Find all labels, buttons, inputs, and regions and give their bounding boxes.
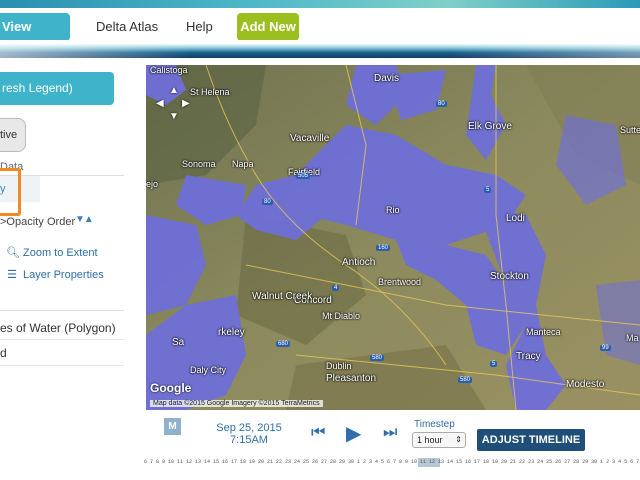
- map-view[interactable]: ▲ ◀ ▶ ▼ Calistoga St Helena Davis Elk Gr…: [146, 65, 640, 410]
- map-label-manteca: Manteca: [526, 327, 561, 337]
- map-label-brentwood: Brentwood: [378, 277, 422, 287]
- zoom-to-extent-label: Zoom to Extent: [23, 247, 98, 259]
- map-label-stockton: Stockton: [490, 271, 529, 282]
- opacity-label[interactable]: >Opacity: [0, 216, 44, 228]
- order-arrows-icon[interactable]: ▼▲: [75, 214, 94, 225]
- m-button[interactable]: M: [164, 418, 181, 435]
- select-caret-icon: ⇕: [455, 435, 462, 444]
- map-label-vacaville: Vacaville: [290, 133, 330, 144]
- timestep-label: Timestep: [414, 419, 455, 430]
- map-label-vallejo: ejo: [146, 179, 159, 189]
- sliders-icon: ☰: [7, 269, 17, 281]
- highway-shield-160: 160: [376, 245, 391, 251]
- highway-shield-80b: 80: [436, 101, 447, 107]
- app-root: View Layers Delta Atlas Help Add New res…: [0, 0, 640, 480]
- google-logo: Google: [150, 381, 192, 395]
- map-label-berkeley: rkeley: [218, 327, 245, 338]
- layer-list-item-d[interactable]: d: [0, 344, 124, 366]
- selection-highlight-box: [0, 168, 21, 216]
- map-label-dublin: Dublin: [326, 361, 352, 371]
- highway-shield-5b: 5: [490, 361, 498, 367]
- map-pan-control[interactable]: ▲ ◀ ▶ ▼: [156, 85, 192, 122]
- delta-atlas-link[interactable]: Delta Atlas: [96, 13, 158, 41]
- highway-shield-4: 4: [332, 285, 340, 291]
- header-wave-fade: [0, 40, 640, 58]
- map-label-st-helena: St Helena: [190, 87, 230, 97]
- map-label-lodi: Lodi: [506, 213, 525, 224]
- map-canvas: [146, 65, 640, 410]
- help-link[interactable]: Help: [186, 13, 213, 41]
- current-date: Sep 25, 2015: [216, 422, 282, 434]
- map-label-walnut-creek: Walnut Creek: [252, 291, 313, 302]
- map-label-tracy: Tracy: [516, 351, 541, 362]
- map-label-elk-grove: Elk Grove: [468, 121, 512, 132]
- adjust-timeline-button[interactable]: ADJUST TIMELINE: [477, 429, 585, 451]
- zoom-to-extent-link[interactable]: 🔍︎ Zoom to Extent: [6, 246, 98, 259]
- map-label-pleasanton: Pleasanton: [326, 373, 377, 384]
- timestep-value: 1 hour: [417, 435, 443, 445]
- highway-shield-580: 580: [370, 355, 385, 361]
- timestep-select[interactable]: 1 hour ⇕: [412, 432, 466, 448]
- map-label-san-francisco: Sa: [172, 337, 185, 348]
- map-attribution: Map data ©2015 Google Imagery ©2015 Terr…: [150, 400, 323, 407]
- refresh-legend-button[interactable]: resh Legend): [0, 72, 114, 105]
- add-new-button[interactable]: Add New: [237, 13, 299, 41]
- pan-up-icon[interactable]: ▲: [169, 85, 179, 96]
- skip-back-icon[interactable]: ⏮︎: [311, 424, 325, 442]
- map-label-mt-diablo: Mt Diablo: [322, 311, 361, 321]
- active-layers-button[interactable]: tive: [0, 118, 26, 152]
- timeline-hours[interactable]: 6 7 8 9 10 11 12 13 14 15 16 17 18 19 20…: [144, 459, 640, 469]
- map-label-calistoga: Calistoga: [150, 65, 188, 75]
- highway-shield-680: 680: [276, 341, 291, 347]
- highway-shield-80: 80: [262, 199, 273, 205]
- layer-properties-label: Layer Properties: [23, 269, 104, 281]
- play-icon[interactable]: ▶: [346, 421, 361, 446]
- highway-shield-505: 505: [296, 173, 311, 179]
- view-layers-button[interactable]: View Layers: [0, 13, 70, 62]
- map-label-antioch: Antioch: [342, 257, 376, 268]
- pan-right-icon[interactable]: ▶: [182, 98, 190, 109]
- map-label-davis: Davis: [374, 73, 400, 84]
- highway-shield-99: 99: [600, 345, 611, 351]
- magnifier-icon: 🔍︎: [6, 247, 20, 259]
- layer-properties-link[interactable]: ☰ Layer Properties: [6, 268, 104, 281]
- map-label-daly-city: Daly City: [190, 365, 227, 375]
- order-label: Order: [47, 216, 76, 228]
- map-label-ma: Ma: [626, 333, 639, 343]
- map-label-napa: Napa: [232, 159, 254, 169]
- pan-left-icon[interactable]: ◀: [156, 98, 164, 109]
- highway-shield-580b: 580: [458, 377, 473, 383]
- current-time: 7:15AM: [230, 434, 268, 446]
- panel-divider: [0, 310, 124, 311]
- map-label-sutter: Sutter: [620, 125, 640, 135]
- pan-down-icon[interactable]: ▼: [169, 111, 179, 122]
- highway-shield-5: 5: [484, 187, 492, 193]
- skip-forward-icon[interactable]: ⏭︎: [383, 424, 397, 442]
- map-label-rio-vista: Rio: [386, 205, 400, 215]
- layer-list-item-water[interactable]: es of Water (Polygon): [0, 318, 124, 340]
- header-nav: View Layers Delta Atlas Help Add New: [0, 8, 640, 62]
- map-label-sonoma: Sonoma: [182, 159, 216, 169]
- map-label-modesto: Modesto: [566, 379, 605, 390]
- top-color-strip: [0, 0, 640, 8]
